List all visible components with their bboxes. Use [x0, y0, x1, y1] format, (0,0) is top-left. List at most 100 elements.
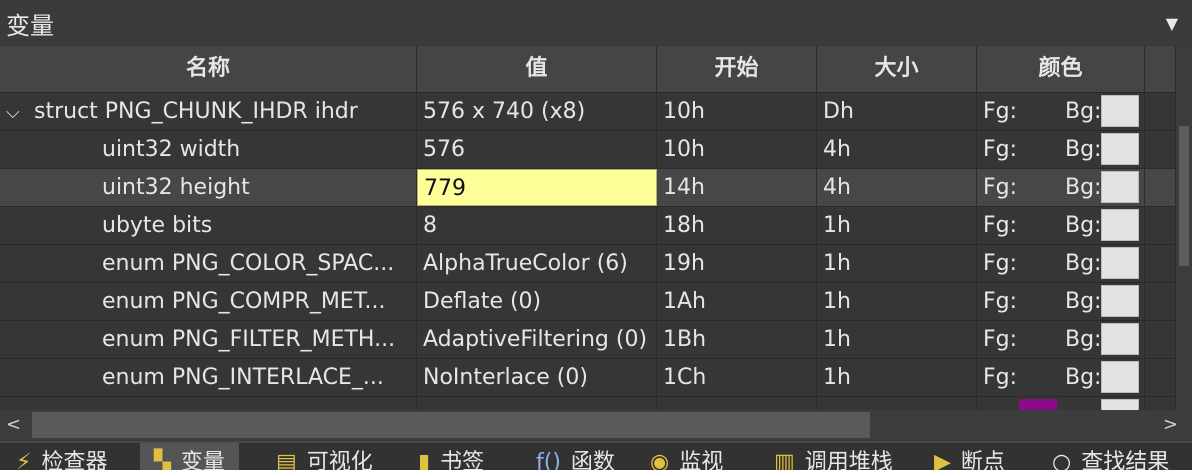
horizontal-scrollbar-thumb[interactable] — [32, 412, 870, 438]
table-header: 名称 值 开始 大小 颜色 — [0, 46, 1176, 93]
bg-label: Bg: — [1065, 327, 1102, 352]
row-name: struct PNG_CHUNK_IHDR ihdr — [34, 99, 358, 124]
table-row[interactable]: uint32 height 779 14h 4h Fg: Bg: — [0, 169, 1176, 207]
horizontal-scrollbar[interactable]: < > — [0, 410, 1192, 440]
table-row[interactable]: enum PNG_COMPR_MET... Deflate (0) 1Ah 1h… — [0, 283, 1176, 321]
tab-call-stack[interactable]: ▥ 调用堆栈 — [774, 443, 893, 470]
scroll-left-icon[interactable]: < — [6, 414, 21, 435]
variables-icon: ▚ — [154, 450, 171, 470]
fg-color-swatch[interactable] — [1019, 399, 1057, 410]
table-row[interactable]: ubyte bits 8 18h 1h Fg: Bg: — [0, 207, 1176, 245]
bg-label: Bg: — [1065, 213, 1102, 238]
row-name-cell: ⌵ struct PNG_CHUNK_IHDR ihdr — [0, 93, 417, 130]
row-blank-cell — [1145, 131, 1176, 168]
bottom-tab-bar: ⚡ 检查器 ▚ 变量 ▤ 可视化 ▮ 书签 ƒ() 函数 ◉ 监视 ▥ 调用堆栈 ▶ 断点 ○ 查… — [0, 441, 1192, 470]
bg-color-swatch[interactable] — [1101, 247, 1139, 279]
panel-titlebar: 变量 ▼ — [0, 0, 1192, 44]
scroll-right-icon[interactable]: > — [1163, 414, 1178, 435]
bg-color-swatch[interactable] — [1101, 133, 1139, 165]
row-color-cell: Fg: Bg: — [977, 131, 1145, 168]
row-color-cell: Fg: Bg: — [977, 207, 1145, 244]
row-value-cell[interactable]: NoInterlace (0) — [417, 359, 657, 396]
row-start-cell — [657, 397, 817, 410]
table-row[interactable]: ⌵ struct PNG_CHUNK_IHDR ihdr 576 x 740 (x… — [0, 93, 1176, 131]
tab-variables[interactable]: ▚ 变量 — [140, 443, 239, 470]
row-name-cell — [0, 397, 417, 410]
column-header-start[interactable]: 开始 — [657, 46, 817, 92]
column-header-name[interactable]: 名称 — [0, 46, 417, 92]
bg-label: Bg: — [1065, 289, 1102, 314]
tab-visualize[interactable]: ▤ 可视化 — [276, 443, 373, 470]
row-value-cell[interactable]: AdaptiveFiltering (0) — [417, 321, 657, 358]
row-value-cell[interactable]: 576 x 740 (x8) — [417, 93, 657, 130]
tab-functions[interactable]: ƒ() 函数 — [536, 443, 615, 470]
fg-label: Fg: — [983, 289, 1018, 314]
row-start-cell: 1Ah — [657, 283, 817, 320]
panel-title: 变量 — [6, 12, 54, 40]
tab-bookmarks[interactable]: ▮ 书签 — [418, 443, 484, 470]
row-size-cell: 4h — [817, 131, 977, 168]
row-value-cell[interactable]: 8 — [417, 207, 657, 244]
bg-label: Bg: — [1065, 99, 1102, 124]
table-row[interactable]: enum PNG_FILTER_METH... AdaptiveFilterin… — [0, 321, 1176, 359]
bg-label: Bg: — [1065, 251, 1102, 276]
row-start-cell: 10h — [657, 131, 817, 168]
tab-breakpoints[interactable]: ▶ 断点 — [934, 443, 1005, 470]
row-size-cell: 1h — [817, 207, 977, 244]
stack-icon: ▥ — [774, 450, 795, 470]
row-color-cell: Fg: Bg: — [977, 283, 1145, 320]
bg-color-swatch[interactable] — [1101, 323, 1139, 355]
row-size-cell: 1h — [817, 283, 977, 320]
row-name-cell: enum PNG_FILTER_METH... — [0, 321, 417, 358]
tab-find-results[interactable]: ○ 查找结果 — [1052, 443, 1169, 470]
vertical-scrollbar[interactable] — [1176, 46, 1192, 410]
table-row[interactable]: enum PNG_INTERLACE_... NoInterlace (0) 1… — [0, 359, 1176, 397]
dropdown-triangle-icon[interactable]: ▼ — [1166, 14, 1178, 33]
table-row[interactable]: uint32 width 576 10h 4h Fg: Bg: — [0, 131, 1176, 169]
row-value-cell[interactable]: Deflate (0) — [417, 283, 657, 320]
row-blank-cell — [1145, 283, 1176, 320]
row-color-cell: Fg: Bg: — [977, 169, 1145, 206]
bg-color-swatch[interactable] — [1101, 95, 1139, 127]
row-blank-cell — [1145, 245, 1176, 282]
row-size-cell: 4h — [817, 169, 977, 206]
function-icon: ƒ() — [536, 450, 561, 470]
column-header-color[interactable]: 颜色 — [977, 46, 1145, 92]
row-value-cell[interactable]: 576 — [417, 131, 657, 168]
row-blank-cell — [1145, 93, 1176, 130]
fg-label: Fg: — [983, 137, 1018, 162]
bg-label: Bg: — [1065, 365, 1102, 390]
bg-color-swatch[interactable] — [1101, 209, 1139, 241]
row-blank-cell — [1145, 207, 1176, 244]
value-edit-field[interactable]: 779 — [417, 169, 657, 206]
row-name-cell: ubyte bits — [0, 207, 417, 244]
table-row-partial[interactable] — [0, 397, 1176, 410]
row-start-cell: 1Ch — [657, 359, 817, 396]
bg-color-swatch[interactable] — [1101, 285, 1139, 317]
row-color-cell: Fg: Bg: — [977, 93, 1145, 130]
row-color-cell: Fg: Bg: — [977, 245, 1145, 282]
row-color-cell: Fg: Bg: — [977, 359, 1145, 396]
row-start-cell: 18h — [657, 207, 817, 244]
row-size-cell: Dh — [817, 93, 977, 130]
tab-watch[interactable]: ◉ 监视 — [650, 443, 723, 470]
tab-inspector[interactable]: ⚡ 检查器 — [16, 443, 107, 470]
vertical-scrollbar-thumb[interactable] — [1179, 126, 1189, 266]
column-header-value[interactable]: 值 — [417, 46, 657, 92]
row-name-cell: uint32 height — [0, 169, 417, 206]
bg-color-swatch[interactable] — [1101, 171, 1139, 203]
row-size-cell: 1h — [817, 321, 977, 358]
chevron-down-icon[interactable]: ⌵ — [6, 94, 34, 130]
document-icon: ▤ — [276, 450, 297, 470]
row-value-cell[interactable] — [417, 397, 657, 410]
row-blank-cell — [1145, 321, 1176, 358]
search-icon: ○ — [1052, 450, 1072, 470]
column-header-size[interactable]: 大小 — [817, 46, 977, 92]
bg-color-swatch[interactable] — [1101, 399, 1139, 410]
row-blank-cell — [1145, 397, 1176, 410]
row-value-cell[interactable]: AlphaTrueColor (6) — [417, 245, 657, 282]
bg-label: Bg: — [1065, 175, 1102, 200]
bg-color-swatch[interactable] — [1101, 361, 1139, 393]
table-row[interactable]: enum PNG_COLOR_SPAC... AlphaTrueColor (6… — [0, 245, 1176, 283]
row-start-cell: 14h — [657, 169, 817, 206]
